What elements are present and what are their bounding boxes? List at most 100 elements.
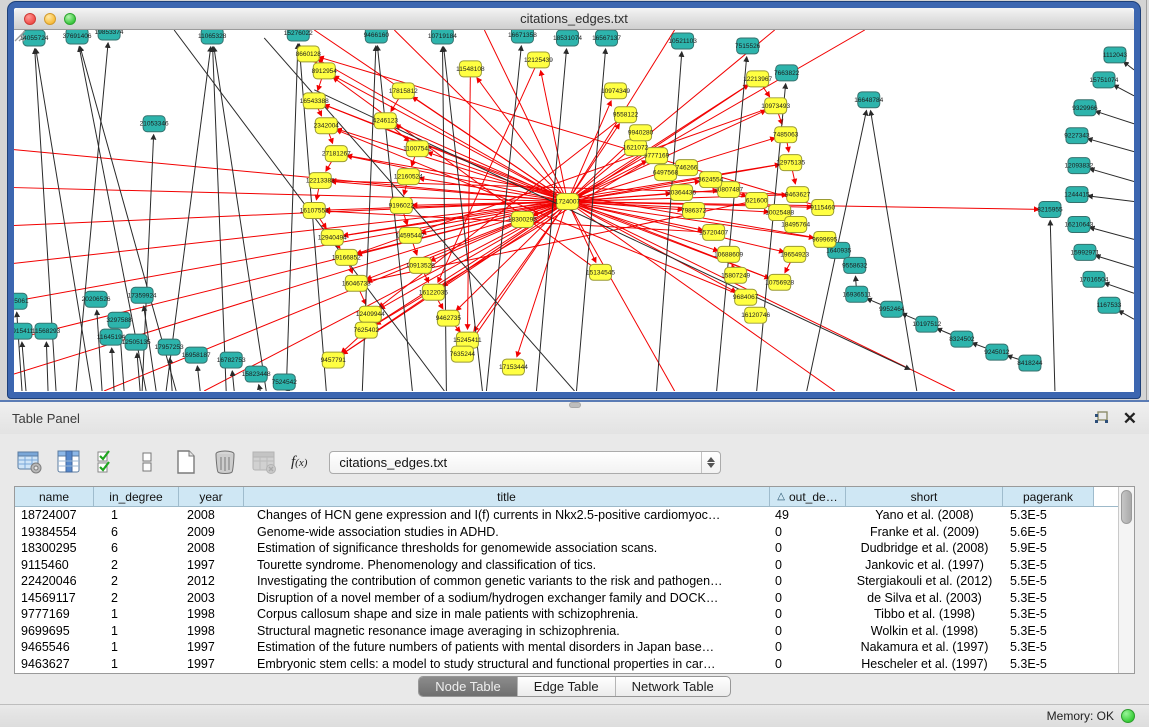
table-cell: Jankovic et al. (1997) (846, 557, 1003, 574)
table-cell: 1997 (179, 656, 244, 673)
table-tabs: Node TableEdge TableNetwork Table (0, 676, 1149, 697)
table-header-row[interactable]: namein_degreeyeartitleout_de…shortpagera… (15, 487, 1134, 507)
table-cell: Tibbo et al. (1998) (846, 606, 1003, 623)
table-row[interactable]: 946554611997Estimation of the future num… (15, 639, 1134, 656)
table-cell: 2008 (179, 540, 244, 557)
table-cell: 2012 (179, 573, 244, 590)
table-cell: 1 (94, 507, 179, 524)
table-cell: 9699695 (15, 623, 94, 640)
column-header-pagerank[interactable]: pagerank (1003, 487, 1094, 506)
column-header-outde[interactable]: out_de… (770, 487, 846, 506)
table-cell: 6 (94, 524, 179, 541)
table-cell: 49 (770, 507, 846, 524)
table-cell: 0 (770, 656, 846, 673)
float-panel-icon[interactable] (1094, 411, 1109, 425)
table-cell: Tourette syndrome. Phenomenology and cla… (244, 557, 770, 574)
table-panel-title: Table Panel (12, 411, 80, 426)
select-stepper-icon[interactable] (701, 452, 720, 473)
table-cell: 5.3E-5 (1003, 623, 1094, 640)
tab-edge-table[interactable]: Edge Table (518, 677, 616, 696)
function-builder-button[interactable]: f(x) (291, 454, 307, 471)
new-file-button[interactable] (172, 449, 199, 476)
window-resize-grip[interactable] (14, 30, 1132, 389)
column-header-indegree[interactable]: in_degree (94, 487, 179, 506)
table-cell: Wolkin et al. (1998) (846, 623, 1003, 640)
table-cell: 19384554 (15, 524, 94, 541)
column-header-title[interactable]: title (244, 487, 770, 506)
table-cell: 5.3E-5 (1003, 590, 1094, 607)
table-cell: 2 (94, 573, 179, 590)
application-window: citations_edges.txt 14055724376914061985… (0, 0, 1149, 727)
table-cell: 5.5E-5 (1003, 573, 1094, 590)
table-row[interactable]: 1872400712008Changes of HCN gene express… (15, 507, 1134, 524)
close-panel-icon[interactable]: ✕ (1123, 410, 1137, 427)
table-cell: Estimation of the future numbers of pati… (244, 639, 770, 656)
tab-network-table[interactable]: Network Table (616, 677, 730, 696)
table-panel: Table Panel ✕ (0, 400, 1149, 727)
table-cell: Franke et al. (2009) (846, 524, 1003, 541)
table-cell: 1998 (179, 606, 244, 623)
table-cell: 2008 (179, 507, 244, 524)
table-cell: 0 (770, 639, 846, 656)
table-row[interactable]: 1830029562008Estimation of significance … (15, 540, 1134, 557)
table-row[interactable]: 2242004622012Investigating the contribut… (15, 573, 1134, 590)
table-cell: 9777169 (15, 606, 94, 623)
table-cell: 18300295 (15, 540, 94, 557)
header-filler (1094, 487, 1120, 506)
show-column-button[interactable] (55, 449, 82, 476)
table-cell: 18724007 (15, 507, 94, 524)
table-cell: Changes of HCN gene expression and I(f) … (244, 507, 770, 524)
memory-ok-icon (1121, 709, 1135, 723)
table-cell: 9115460 (15, 557, 94, 574)
delete-button[interactable] (211, 449, 238, 476)
table-cell: 6 (94, 540, 179, 557)
table-cell: 5.9E-5 (1003, 540, 1094, 557)
table-cell: 14569117 (15, 590, 94, 607)
scrollbar-thumb[interactable] (1121, 490, 1132, 524)
table-source-value: citations_edges.txt (339, 455, 447, 470)
network-canvas[interactable]: 1405572437691406198533741106532815276022… (14, 30, 1134, 391)
table-cell: 9465546 (15, 639, 94, 656)
table-cell: 0 (770, 557, 846, 574)
table-row[interactable]: 946362711997Embryonic stem cells: a mode… (15, 656, 1134, 673)
vertical-scrollbar[interactable] (1118, 487, 1134, 673)
tab-node-table[interactable]: Node Table (419, 677, 518, 696)
table-body: 1872400712008Changes of HCN gene express… (15, 507, 1134, 672)
panel-resize-grip[interactable] (570, 403, 580, 407)
network-view-window[interactable]: citations_edges.txt 14055724376914061985… (8, 2, 1140, 398)
table-row[interactable]: 977716911998Corpus callosum shape and si… (15, 606, 1134, 623)
table-source-select[interactable]: citations_edges.txt (329, 451, 721, 474)
table-cell: 1998 (179, 623, 244, 640)
table-cell: Stergiakouli et al. (2012) (846, 573, 1003, 590)
table-cell: Genome-wide association studies in ADHD. (244, 524, 770, 541)
row-height-button[interactable] (133, 449, 160, 476)
select-columns-button[interactable] (94, 449, 121, 476)
table-cell: Embryonic stem cells: a model to study s… (244, 656, 770, 673)
table-cell: 2 (94, 557, 179, 574)
table-cell: Hescheler et al. (1997) (846, 656, 1003, 673)
table-cell: 2003 (179, 590, 244, 607)
table-cell: Dudbridge et al. (2008) (846, 540, 1003, 557)
table-cell: 2009 (179, 524, 244, 541)
table-cell: 0 (770, 606, 846, 623)
column-header-year[interactable]: year (179, 487, 244, 506)
table-cell: 1997 (179, 639, 244, 656)
table-row[interactable]: 969969511998Structural magnetic resonanc… (15, 623, 1134, 640)
network-window-titlebar[interactable]: citations_edges.txt (14, 8, 1134, 30)
table-cell: Disruption of a novel member of a sodium… (244, 590, 770, 607)
table-cell: Investigating the contribution of common… (244, 573, 770, 590)
table-cell: Estimation of significance thresholds fo… (244, 540, 770, 557)
table-row[interactable]: 1456911722003Disruption of a novel membe… (15, 590, 1134, 607)
table-row[interactable]: 911546021997Tourette syndrome. Phenomeno… (15, 557, 1134, 574)
column-header-name[interactable]: name (15, 487, 94, 506)
table-cell: 0 (770, 540, 846, 557)
table-row[interactable]: 1938455462009Genome-wide association stu… (15, 524, 1134, 541)
table-cell: Corpus callosum shape and size in male p… (244, 606, 770, 623)
table-cell: 1 (94, 656, 179, 673)
table-cell: 0 (770, 590, 846, 607)
table-cell: 2 (94, 590, 179, 607)
table-settings-button[interactable] (16, 449, 43, 476)
import-table-button-disabled (250, 449, 277, 476)
table-toolbar: f(x) citations_edges.txt (16, 446, 721, 478)
column-header-short[interactable]: short (846, 487, 1003, 506)
